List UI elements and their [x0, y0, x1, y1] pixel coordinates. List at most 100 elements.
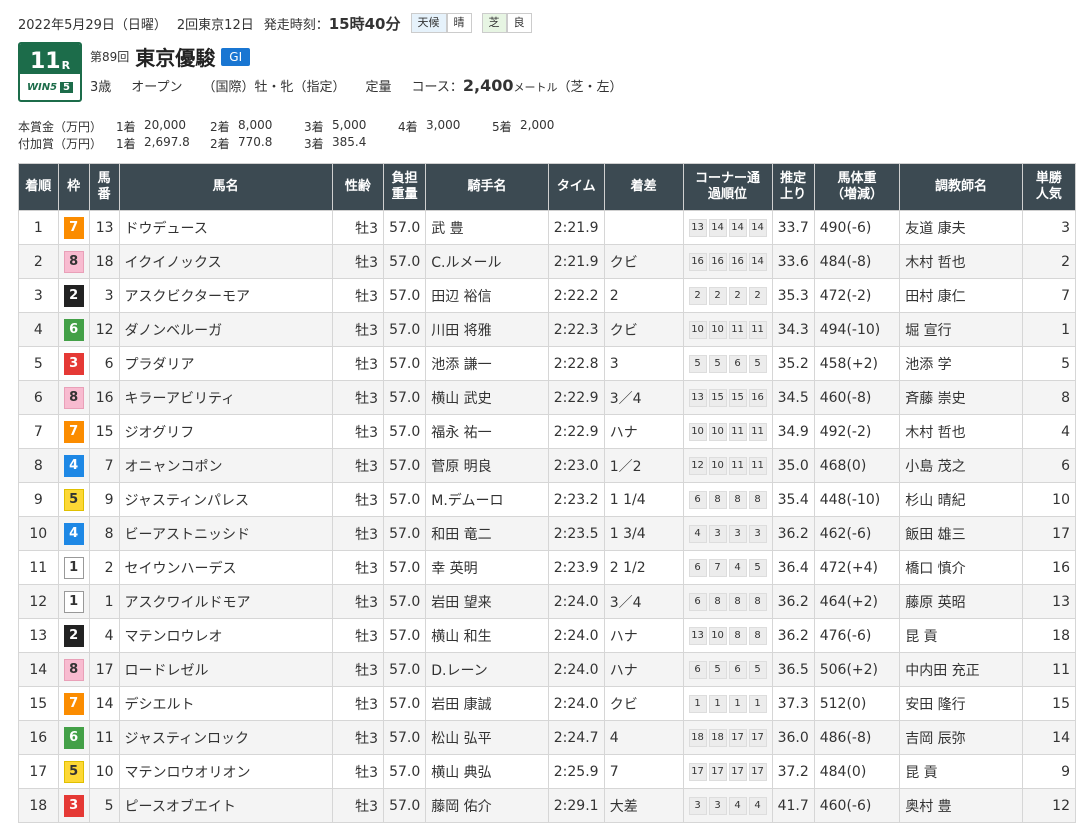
corner-position: 3: [708, 525, 727, 543]
corner-position: 18: [688, 729, 707, 747]
trainer-name: 杉山 晴紀: [899, 482, 1023, 517]
frame-badge: 7: [63, 692, 84, 715]
corner-positions: 3344: [688, 797, 767, 815]
corner-position: 6: [728, 661, 747, 679]
header-corner: コーナー通 過順位: [682, 163, 773, 211]
jockey-name: 横山 武史: [425, 380, 549, 415]
prize-item: 4着 3,000: [398, 118, 478, 135]
race-name: 東京優駿: [135, 46, 216, 70]
frame-badge: 2: [63, 624, 84, 647]
frame-cell: 4: [57, 516, 90, 551]
header-trainer: 調教師名: [899, 163, 1023, 211]
jockey-name: 池添 謙一: [425, 346, 549, 381]
popularity: 3: [1021, 210, 1077, 245]
trainer-name: 斉藤 崇史: [899, 380, 1023, 415]
popularity: 10: [1021, 482, 1077, 517]
prize-place: 1着: [116, 120, 136, 134]
trainer-name: 藤原 英昭: [899, 584, 1023, 619]
popularity: 14: [1021, 720, 1077, 755]
corner-position: 5: [748, 355, 767, 373]
popularity: 15: [1021, 686, 1077, 721]
sex-age: 牡3: [331, 720, 385, 755]
sex-age: 牡3: [331, 550, 385, 585]
frame-badge: 1: [63, 556, 84, 579]
frame-cell: 5: [57, 754, 90, 789]
prize-amount: 5,000: [332, 118, 367, 132]
horse-name: ダノンベルーガ: [118, 312, 333, 347]
horse-name: ビーアストニッシド: [118, 516, 333, 551]
header-time: タイム: [547, 163, 605, 211]
horse-name: マテンロウレオ: [118, 618, 333, 653]
corner-position: 2: [708, 287, 727, 305]
corner-position: 16: [708, 253, 727, 271]
finish-position: 9: [18, 482, 59, 517]
finish-position: 16: [18, 720, 59, 755]
horse-name: プラダリア: [118, 346, 333, 381]
popularity: 13: [1021, 584, 1077, 619]
finish-position: 2: [18, 244, 59, 279]
table-row: 18 3 5 ピースオブエイト 牡3 57.0 藤岡 佑介 2:29.1 大差 3 3 4 4 41.7 4…: [18, 788, 1077, 823]
corner-position: 1: [728, 695, 747, 713]
added-prize-label: 付加賞（万円）: [18, 137, 103, 151]
sex-age: 牡3: [331, 516, 385, 551]
horse-weight: 476(-6): [813, 618, 901, 653]
corner-position: 6: [688, 593, 707, 611]
trainer-name: 友道 康夫: [899, 210, 1023, 245]
win5-number: 5: [60, 81, 74, 93]
sex-age: 牡3: [331, 788, 385, 823]
margin: 3: [603, 346, 684, 381]
finish-time: 2:24.0: [547, 652, 605, 687]
track-tag: 芝良: [481, 13, 532, 33]
jockey-name: 松山 弘平: [425, 720, 549, 755]
frame-cell: 2: [57, 278, 90, 313]
prize-item: 1着 2,697.8: [116, 135, 196, 152]
frame-cell: 2: [57, 618, 90, 653]
popularity: 2: [1021, 244, 1077, 279]
horse-number: 8: [88, 516, 120, 551]
frame-badge: 1: [63, 590, 84, 613]
horse-name: イクイノックス: [118, 244, 333, 279]
corner-cell: 3344: [682, 788, 773, 823]
popularity: 6: [1021, 448, 1077, 483]
popularity: 18: [1021, 618, 1077, 653]
margin: 1 3/4: [603, 516, 684, 551]
carried-weight: 57.0: [383, 788, 427, 823]
corner-position: 4: [728, 559, 747, 577]
trainer-name: 橋口 慎介: [899, 550, 1023, 585]
carried-weight: 57.0: [383, 346, 427, 381]
corner-position: 11: [728, 457, 747, 475]
corner-position: 12: [688, 457, 707, 475]
horse-name: キラーアビリティ: [118, 380, 333, 415]
corner-cell: 16 16 16 14: [682, 244, 773, 279]
margin: クビ: [603, 686, 684, 721]
trainer-name: 堀 宣行: [899, 312, 1023, 347]
corner-position: 2: [688, 287, 707, 305]
race-class: オープン: [131, 80, 183, 95]
corner-position: 8: [708, 491, 727, 509]
frame-badge: 6: [63, 726, 84, 749]
post-time-label: 発走時刻：: [263, 17, 329, 33]
corner-position: 14: [728, 219, 747, 237]
corner-cell: 6888: [682, 482, 773, 517]
corner-positions: 5565: [688, 355, 767, 373]
frame-cell: 6: [57, 720, 90, 755]
horse-name: オニャンコポン: [118, 448, 333, 483]
header-horse: 馬名: [118, 163, 333, 211]
finish-time: 2:23.0: [547, 448, 605, 483]
table-row: 4 6 12 ダノンベルーガ 牡3 57.0 川田 将雅 2:22.3 クビ 10 10 11 11 34…: [18, 312, 1077, 347]
race-number-box: 11 R WIN5 5: [18, 42, 82, 102]
popularity: 12: [1021, 788, 1077, 823]
corner-position: 17: [708, 763, 727, 781]
jockey-name: 幸 英明: [425, 550, 549, 585]
sex-age: 牡3: [331, 652, 385, 687]
sex-age: 牡3: [331, 244, 385, 279]
corner-position: 10: [688, 423, 707, 441]
horse-name: アスクワイルドモア: [118, 584, 333, 619]
main-prize: 本賞金（万円） 1着 20,000 2着 8,000 3着 5,000 4着 3,000 5着 2…: [18, 118, 572, 135]
horse-weight: 448(-10): [813, 482, 901, 517]
weight-rule: 定量: [365, 80, 392, 95]
frame-badge: 8: [63, 386, 84, 409]
frame-cell: 6: [57, 312, 90, 347]
horse-name: デシエルト: [118, 686, 333, 721]
frame-badge: 5: [63, 488, 84, 511]
